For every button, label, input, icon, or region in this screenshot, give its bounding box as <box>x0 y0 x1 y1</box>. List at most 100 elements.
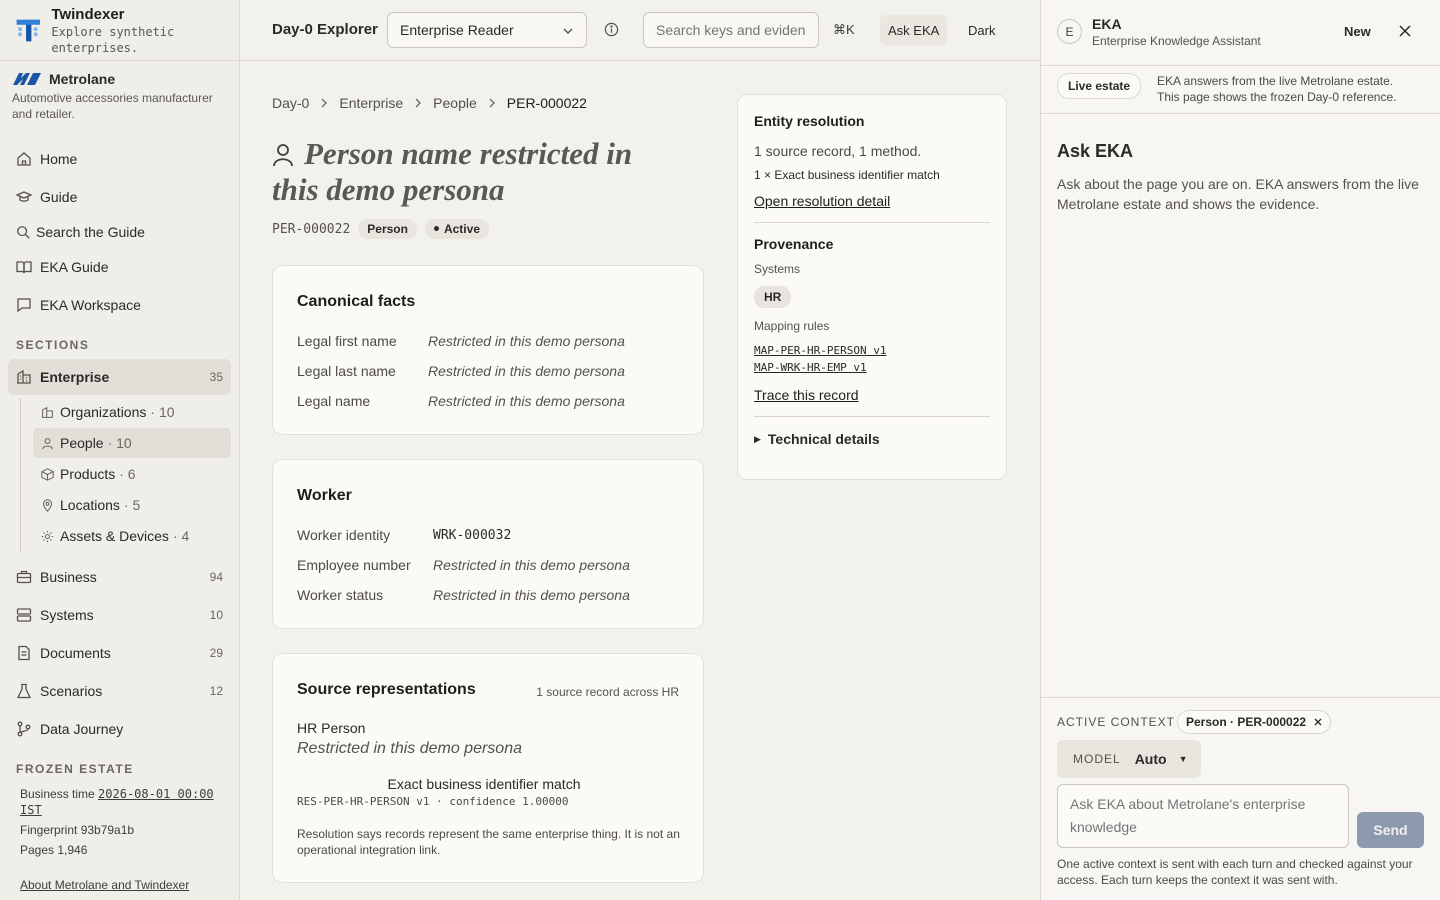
chat-bubble-icon <box>17 298 31 313</box>
ask-eka-button[interactable]: Ask EKA <box>880 15 948 45</box>
briefcase-icon <box>16 570 32 584</box>
open-resolution-detail-link[interactable]: Open resolution detail <box>754 193 990 209</box>
breadcrumb-item[interactable]: Enterprise <box>339 95 403 111</box>
about-link[interactable]: About Metrolane and Twindexer <box>20 878 189 892</box>
nav-eka-guide[interactable]: EKA Guide <box>8 249 231 285</box>
subnav-assets-label: Assets & Devices <box>60 528 169 544</box>
source-representations-title: Source representations <box>297 681 476 698</box>
business-time-label: Business time <box>20 787 95 801</box>
breadcrumb: Day-0 Enterprise People PER-000022 <box>272 95 587 111</box>
entity-resolution-panel: Entity resolution 1 source record, 1 met… <box>737 94 1007 480</box>
company-block: Metrolane Automotive accessories manufac… <box>0 61 239 122</box>
nav-data-journey[interactable]: Data Journey <box>8 711 231 747</box>
fact-value: Restricted in this demo persona <box>428 363 625 379</box>
building-icon <box>41 406 53 418</box>
breadcrumb-item[interactable]: People <box>433 95 477 111</box>
graduation-cap-icon <box>16 191 32 202</box>
flask-icon <box>16 683 32 699</box>
fact-row: Worker identity WRK-000032 <box>297 520 687 550</box>
fact-value: Restricted in this demo persona <box>428 393 625 409</box>
worker-card: Worker Worker identity WRK-000032 Employe… <box>272 459 704 629</box>
nav-documents[interactable]: Documents 29 <box>8 635 231 671</box>
dark-mode-button[interactable]: Dark <box>960 15 1003 45</box>
new-chat-button[interactable]: New <box>1344 24 1371 39</box>
trace-record-link[interactable]: Trace this record <box>754 387 990 403</box>
eka-subtitle: Enterprise Knowledge Assistant <box>1092 34 1261 48</box>
nav-search-guide[interactable]: Search the Guide <box>8 214 231 250</box>
system-badge[interactable]: HR <box>754 286 792 308</box>
mapping-rule-link[interactable]: MAP-WRK-HR-EMP v1 <box>754 361 990 374</box>
source-record-value: Restricted in this demo persona <box>297 740 522 757</box>
model-label: MODEL <box>1073 752 1121 766</box>
subnav-products[interactable]: Products · 6 <box>33 459 231 489</box>
info-icon[interactable] <box>604 22 619 37</box>
chevron-right-icon <box>489 98 495 108</box>
live-estate-message: EKA answers from the live Metrolane esta… <box>1157 73 1396 105</box>
model-select[interactable]: MODEL Auto ▼ <box>1057 740 1201 778</box>
nav-enterprise[interactable]: Enterprise 35 <box>8 359 231 395</box>
subnav-organizations[interactable]: Organizations · 10 <box>33 397 231 427</box>
status-badge: Active <box>424 219 489 239</box>
subnav-guide-line <box>20 398 21 552</box>
subnav-people[interactable]: People · 10 <box>33 428 231 458</box>
main-content: Day-0 Enterprise People PER-000022 Perso… <box>240 61 1040 900</box>
fact-key: Legal first name <box>297 333 397 349</box>
model-value: Auto <box>1134 751 1167 767</box>
context-footer-note: One active context is sent with each tur… <box>1057 857 1413 887</box>
entity-id-row: PER-000022 Person Active <box>272 219 489 239</box>
nav-eka-workspace-label: EKA Workspace <box>40 297 141 313</box>
eka-header: E EKA Enterprise Knowledge Assistant New <box>1041 0 1440 66</box>
brand-name: Twindexer <box>51 6 125 23</box>
mapping-rule-link[interactable]: MAP-PER-HR-PERSON v1 <box>754 344 990 357</box>
top-bar: Day-0 Explorer Enterprise Reader ⌘K Ask … <box>240 0 1040 61</box>
resolution-method: 1 × Exact business identifier match <box>754 168 940 182</box>
building-icon <box>17 369 31 384</box>
nav-scenarios-count: 12 <box>209 684 223 698</box>
subnav-locations[interactable]: Locations · 5 <box>33 490 231 520</box>
disclosure-triangle-icon: ▶ <box>754 433 761 444</box>
search-input[interactable] <box>643 12 819 48</box>
nav-business[interactable]: Business 94 <box>8 559 231 595</box>
send-button[interactable]: Send <box>1357 812 1424 848</box>
systems-label: Systems <box>754 262 801 276</box>
sections-header: SECTIONS <box>16 338 90 352</box>
metrolane-logo-icon <box>13 73 41 85</box>
nav-home-label: Home <box>40 151 78 167</box>
fingerprint: Fingerprint 93b79a1b <box>20 823 135 837</box>
nav-systems[interactable]: Systems 10 <box>8 597 231 633</box>
persona-select[interactable]: Enterprise Reader <box>387 12 587 48</box>
context-chip[interactable]: Person · PER-000022 <box>1177 710 1332 734</box>
nav-guide-label: Guide <box>40 189 78 205</box>
nav-systems-label: Systems <box>40 607 94 623</box>
chat-composer: ACTIVE CONTEXT Person · PER-000022 MODEL… <box>1041 697 1440 900</box>
close-icon[interactable] <box>1314 718 1322 726</box>
ask-eka-input[interactable] <box>1057 784 1349 848</box>
nav-guide[interactable]: Guide <box>8 179 231 215</box>
brand-header[interactable]: Twindexer Explore synthetic enterprises. <box>0 0 239 61</box>
fact-value: Restricted in this demo persona <box>433 557 630 573</box>
nav-enterprise-count: 35 <box>209 370 223 384</box>
nav-home[interactable]: Home <box>8 141 231 177</box>
technical-details-toggle[interactable]: ▶ Technical details <box>738 417 1006 447</box>
resolution-summary: 1 source record, 1 method. <box>754 143 922 159</box>
subnav-assets[interactable]: Assets & Devices · 4 <box>33 521 231 551</box>
branch-icon <box>17 721 31 737</box>
subnav-products-label: Products <box>60 466 116 482</box>
nav-business-label: Business <box>40 569 97 585</box>
frozen-estate-header: FROZEN ESTATE <box>16 762 134 776</box>
breadcrumb-item[interactable]: Day-0 <box>272 95 309 111</box>
sidebar: Twindexer Explore synthetic enterprises.… <box>0 0 240 900</box>
close-icon[interactable] <box>1399 25 1411 37</box>
live-estate-badge: Live estate <box>1057 73 1142 99</box>
fact-row: Employee number Restricted in this demo p… <box>297 550 687 580</box>
person-icon <box>273 144 293 167</box>
chevron-right-icon <box>415 98 422 108</box>
source-record-name: HR Person <box>297 720 366 736</box>
fact-key: Legal name <box>297 393 371 409</box>
page-title-text: Person name restricted in this demo pers… <box>272 136 633 207</box>
canonical-facts-card: Canonical facts Legal first name Restrict… <box>272 265 704 435</box>
nav-scenarios[interactable]: Scenarios 12 <box>8 673 231 709</box>
nav-systems-count: 10 <box>209 608 223 622</box>
live-estate-banner: Live estate EKA answers from the live Me… <box>1041 66 1440 114</box>
nav-eka-workspace[interactable]: EKA Workspace <box>8 287 231 323</box>
